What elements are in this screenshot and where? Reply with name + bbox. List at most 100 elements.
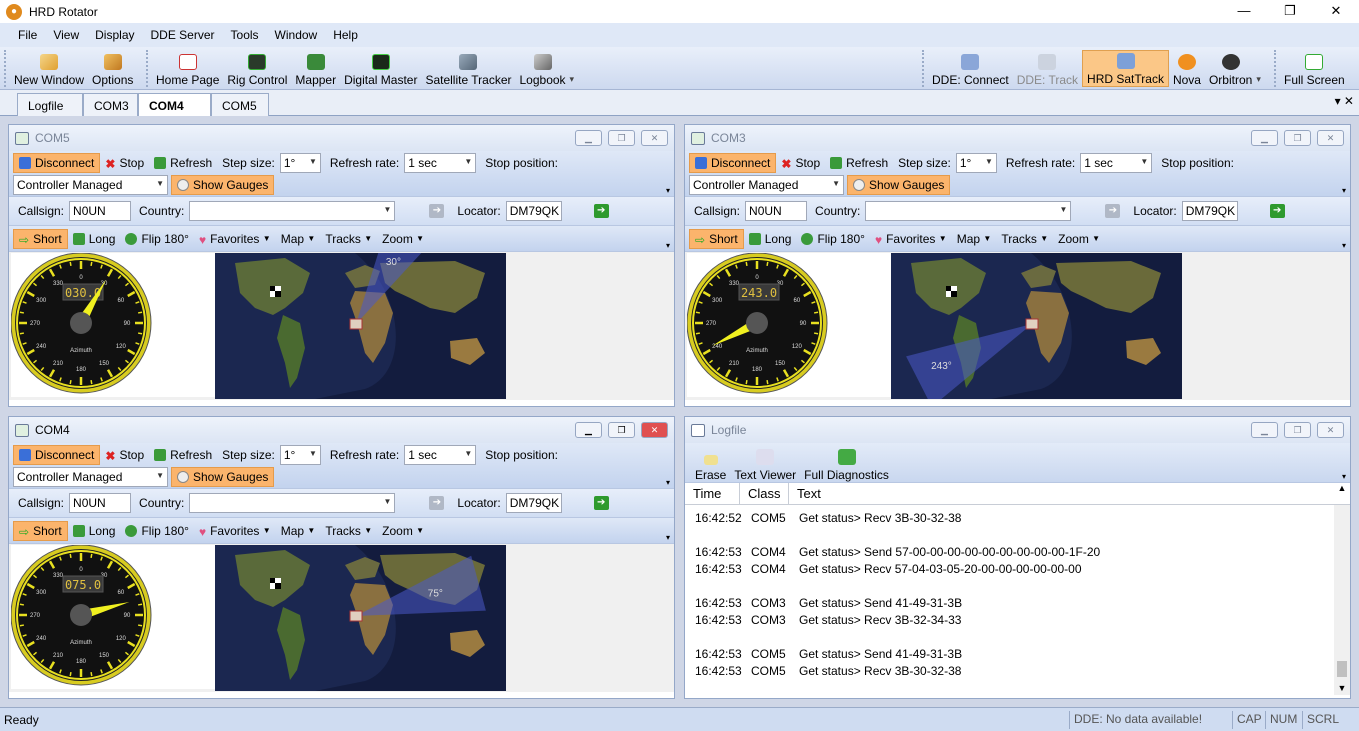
zoom-menu[interactable]: Zoom ▼ bbox=[377, 229, 429, 249]
stop-button[interactable]: ✖ Stop bbox=[100, 153, 149, 173]
favorites-menu[interactable]: ♥ Favorites ▼ bbox=[870, 229, 952, 249]
log-scrollbar[interactable]: ▲ ▼ bbox=[1334, 483, 1350, 695]
toolbar-overflow-chevron[interactable]: ▾ bbox=[1342, 472, 1346, 481]
window-close-button[interactable]: ✕ bbox=[641, 422, 668, 438]
scroll-up-arrow[interactable]: ▲ bbox=[1334, 483, 1350, 493]
dde-track-button[interactable]: DDE: Track bbox=[1013, 50, 1082, 87]
country-select[interactable]: ▼ bbox=[865, 201, 1072, 221]
mapper-button[interactable]: Mapper bbox=[291, 50, 340, 87]
long-path-button[interactable]: Long bbox=[744, 229, 797, 249]
country-select[interactable]: ▼ bbox=[189, 201, 396, 221]
menu-dde-server[interactable]: DDE Server bbox=[143, 28, 223, 42]
tab-com3[interactable]: COM3 bbox=[83, 93, 138, 116]
flip-button[interactable]: Flip 180° bbox=[120, 521, 194, 541]
toolbar-overflow-chevron[interactable]: ▾ bbox=[666, 241, 670, 250]
minimize-button[interactable]: — bbox=[1221, 0, 1267, 23]
toolbar-overflow-chevron[interactable]: ▾ bbox=[1342, 186, 1346, 195]
disconnect-button[interactable]: Disconnect bbox=[13, 445, 101, 465]
tracks-menu[interactable]: Tracks ▼ bbox=[996, 229, 1053, 249]
toolbar-overflow-chevron[interactable]: ▾ bbox=[1256, 50, 1266, 87]
window-restore-button[interactable]: ❐ bbox=[608, 130, 635, 146]
controller-mode-select[interactable]: Controller Managed ▼ bbox=[13, 467, 168, 487]
column-time[interactable]: Time bbox=[685, 482, 740, 505]
menu-file[interactable]: File bbox=[10, 28, 45, 42]
flip-button[interactable]: Flip 180° bbox=[120, 229, 194, 249]
go-arrow-icon[interactable]: ➔ bbox=[593, 204, 609, 218]
show-gauges-button[interactable]: Show Gauges bbox=[171, 467, 275, 487]
orbitron-button[interactable]: Orbitron bbox=[1205, 50, 1256, 87]
short-path-button[interactable]: ⇨ Short bbox=[13, 228, 68, 249]
refresh-rate-select[interactable]: 1 sec ▼ bbox=[1080, 153, 1153, 173]
menu-view[interactable]: View bbox=[45, 28, 87, 42]
tab-logfile[interactable]: Logfile bbox=[17, 93, 83, 116]
long-path-button[interactable]: Long bbox=[68, 521, 121, 541]
scroll-thumb[interactable] bbox=[1337, 661, 1347, 677]
logbook-button[interactable]: Logbook bbox=[516, 50, 570, 87]
menu-window[interactable]: Window bbox=[267, 28, 326, 42]
callsign-input[interactable]: N0UN bbox=[69, 493, 132, 513]
window-minimize-button[interactable]: ▁ bbox=[575, 422, 602, 438]
disconnect-button[interactable]: Disconnect bbox=[689, 153, 777, 173]
refresh-button[interactable]: Refresh bbox=[825, 153, 893, 173]
toolbar-overflow-chevron[interactable]: ▾ bbox=[1342, 241, 1346, 250]
digital-master-button[interactable]: Digital Master bbox=[340, 50, 421, 87]
window-close-button[interactable]: ✕ bbox=[1317, 130, 1344, 146]
scroll-down-arrow[interactable]: ▼ bbox=[1334, 683, 1350, 693]
maximize-button[interactable]: ❐ bbox=[1267, 0, 1313, 23]
long-path-button[interactable]: Long bbox=[68, 229, 121, 249]
full-diagnostics-button[interactable]: Full Diagnostics bbox=[800, 444, 893, 482]
home-page-button[interactable]: Home Page bbox=[152, 50, 223, 87]
map-menu[interactable]: Map ▼ bbox=[276, 521, 321, 541]
country-select[interactable]: ▼ bbox=[189, 493, 396, 513]
zoom-menu[interactable]: Zoom ▼ bbox=[377, 521, 429, 541]
step-size-select[interactable]: 1° ▼ bbox=[955, 153, 997, 173]
short-path-button[interactable]: ⇨ Short bbox=[13, 520, 68, 541]
tracks-menu[interactable]: Tracks ▼ bbox=[320, 521, 377, 541]
dde-connect-button[interactable]: DDE: Connect bbox=[928, 50, 1013, 87]
window-close-button[interactable]: ✕ bbox=[641, 130, 668, 146]
callsign-input[interactable]: N0UN bbox=[745, 201, 808, 221]
refresh-rate-select[interactable]: 1 sec ▼ bbox=[404, 153, 477, 173]
go-arrow-icon[interactable]: ➔ bbox=[593, 496, 609, 510]
window-minimize-button[interactable]: ▁ bbox=[1251, 130, 1278, 146]
controller-mode-select[interactable]: Controller Managed ▼ bbox=[689, 175, 844, 195]
map-menu[interactable]: Map ▼ bbox=[952, 229, 997, 249]
favorites-menu[interactable]: ♥ Favorites ▼ bbox=[194, 521, 276, 541]
logfile-close-button[interactable]: ✕ bbox=[1317, 422, 1344, 438]
window-restore-button[interactable]: ❐ bbox=[1284, 130, 1311, 146]
locator-input[interactable]: DM79QK bbox=[505, 201, 562, 221]
stop-button[interactable]: ✖ Stop bbox=[776, 153, 825, 173]
locator-input[interactable]: DM79QK bbox=[1181, 201, 1238, 221]
toolbar-overflow-chevron[interactable]: ▾ bbox=[570, 50, 580, 87]
rig-control-button[interactable]: Rig Control bbox=[223, 50, 291, 87]
flip-button[interactable]: Flip 180° bbox=[796, 229, 870, 249]
controller-mode-select[interactable]: Controller Managed ▼ bbox=[13, 175, 168, 195]
column-text[interactable]: Text bbox=[789, 483, 829, 505]
close-button[interactable]: ✕ bbox=[1313, 0, 1359, 23]
short-path-button[interactable]: ⇨ Short bbox=[689, 228, 744, 249]
tab-com4[interactable]: COM4 ✕ bbox=[138, 93, 211, 127]
hrd-sattrack-button[interactable]: HRD SatTrack bbox=[1082, 50, 1169, 87]
callsign-input[interactable]: N0UN bbox=[69, 201, 132, 221]
locator-input[interactable]: DM79QK bbox=[505, 493, 562, 513]
refresh-rate-select[interactable]: 1 sec ▼ bbox=[404, 445, 477, 465]
toolbar-overflow-chevron[interactable]: ▾ bbox=[666, 478, 670, 487]
tab-controls[interactable]: ▾ ✕ bbox=[1335, 94, 1354, 108]
erase-button[interactable]: Erase bbox=[691, 444, 730, 482]
full-screen-button[interactable]: Full Screen bbox=[1280, 50, 1349, 87]
column-class[interactable]: Class bbox=[740, 482, 789, 505]
show-gauges-button[interactable]: Show Gauges bbox=[171, 175, 275, 195]
menu-help[interactable]: Help bbox=[325, 28, 366, 42]
options-button[interactable]: Options bbox=[88, 50, 137, 87]
arrow-right-icon[interactable]: ➔ bbox=[429, 204, 445, 218]
nova-button[interactable]: Nova bbox=[1169, 50, 1205, 87]
toolbar-overflow-chevron[interactable]: ▾ bbox=[666, 186, 670, 195]
window-minimize-button[interactable]: ▁ bbox=[575, 130, 602, 146]
refresh-button[interactable]: Refresh bbox=[149, 445, 217, 465]
stop-button[interactable]: ✖ Stop bbox=[100, 445, 149, 465]
show-gauges-button[interactable]: Show Gauges bbox=[847, 175, 951, 195]
step-size-select[interactable]: 1° ▼ bbox=[279, 445, 321, 465]
logfile-restore-button[interactable]: ❐ bbox=[1284, 422, 1311, 438]
new-window-button[interactable]: New Window bbox=[10, 50, 88, 87]
arrow-right-icon[interactable]: ➔ bbox=[429, 496, 445, 510]
